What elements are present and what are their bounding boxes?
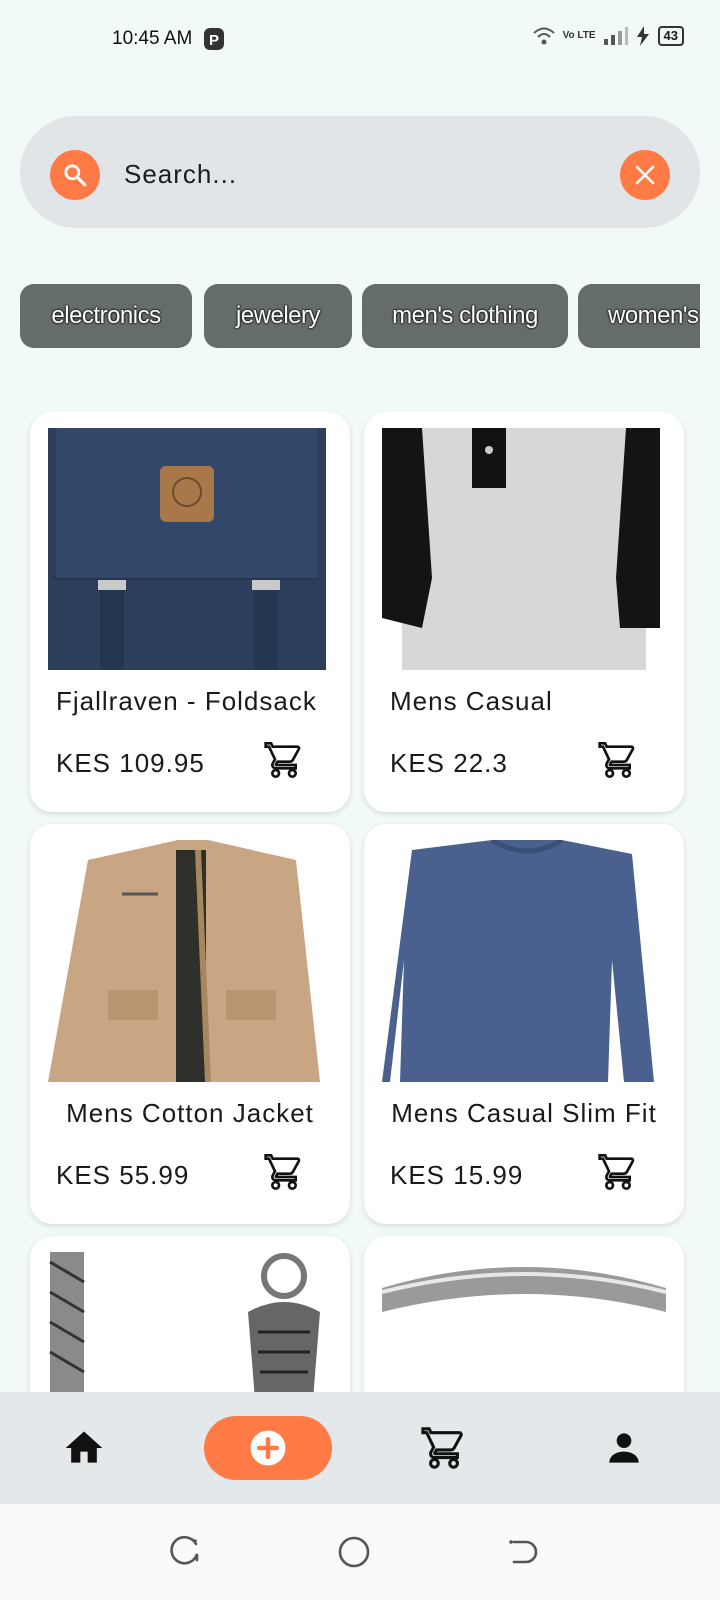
product-grid: Fjallraven - Foldsack KES 109.95 Mens Ca… [0,412,720,1392]
clear-search-button[interactable] [620,150,670,200]
product-title: Mens Casual [390,686,553,716]
system-nav-bar [0,1504,720,1600]
product-card[interactable] [364,1236,684,1392]
search-button[interactable] [50,150,100,200]
category-chips: electronics jewelery men's clothing wome… [20,284,700,348]
add-to-cart-icon[interactable] [598,1152,638,1192]
add-to-cart-icon[interactable] [264,1152,304,1192]
home-button-icon[interactable] [336,1534,372,1570]
product-image [48,428,332,670]
search-input[interactable] [124,148,594,200]
search-icon [64,164,87,187]
back-icon[interactable] [506,1534,542,1570]
chip-jewelery[interactable]: jewelery [204,284,352,348]
bottom-nav [0,1392,720,1504]
product-card[interactable]: Mens Casual KES 22.3 [364,412,684,812]
profile-icon [609,1433,639,1463]
svg-text:P: P [209,32,219,49]
product-image [382,840,666,1082]
product-image [382,1252,666,1392]
product-price: KES 55.99 [56,1160,190,1190]
status-bar: 10:45 AM P Vo LTE 43 [0,0,720,80]
product-image [48,1252,332,1392]
home-icon [65,1431,103,1463]
battery-icon: 43 [657,26,684,46]
product-card[interactable] [30,1236,350,1392]
product-title: Fjallraven - Foldsack [56,686,317,716]
add-icon [250,1430,286,1466]
chip-electronics[interactable]: electronics [20,284,192,348]
signal-icon [603,27,628,45]
wifi-icon [532,27,555,45]
add-to-cart-icon[interactable] [264,740,304,780]
status-time: 10:45 AM [112,28,193,49]
nav-add-button[interactable] [204,1416,332,1480]
network-label: Vo LTE [562,30,596,41]
product-price: KES 15.99 [390,1160,524,1190]
parking-icon: P [204,28,224,50]
nav-cart[interactable] [414,1418,474,1478]
charging-icon [636,26,649,46]
cart-icon [421,1427,463,1469]
product-title: Mens Casual Slim Fit [391,1098,657,1128]
product-card[interactable]: Fjallraven - Foldsack KES 109.95 [30,412,350,812]
search-bar [20,116,700,228]
product-image [382,428,666,670]
close-icon [635,165,655,185]
product-price: KES 22.3 [390,748,508,778]
product-card[interactable]: Mens Casual Slim Fit KES 15.99 [364,824,684,1224]
product-card[interactable]: Mens Cotton Jacket KES 55.99 [30,824,350,1224]
recent-apps-icon[interactable] [166,1534,202,1570]
nav-profile[interactable] [594,1418,654,1478]
chip-mens-clothing[interactable]: men's clothing [362,284,568,348]
add-to-cart-icon[interactable] [598,740,638,780]
product-price: KES 109.95 [56,748,205,778]
product-title: Mens Cotton Jacket [66,1098,314,1128]
nav-home[interactable] [54,1418,114,1478]
chip-womens-clothing[interactable]: women's clothing [578,284,700,348]
product-image [48,840,332,1082]
